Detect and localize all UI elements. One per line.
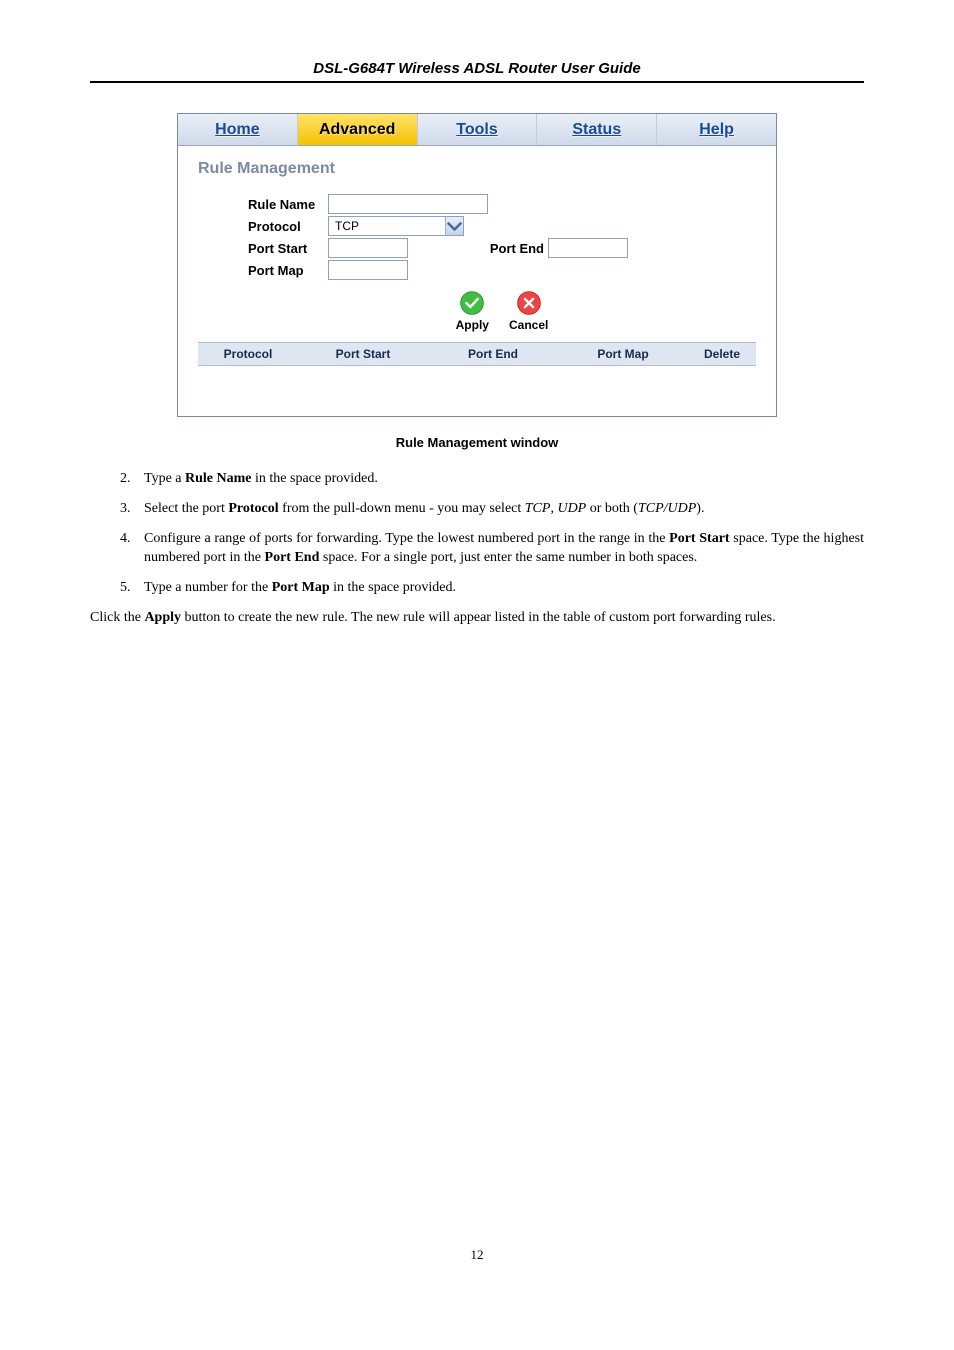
rule-form: Rule Name Protocol TCP Port Start Port E… xyxy=(198,188,756,342)
port-map-input[interactable] xyxy=(328,260,408,280)
tab-status[interactable]: Status xyxy=(537,114,657,145)
tab-advanced[interactable]: Advanced xyxy=(298,114,418,145)
cancel-button[interactable]: Cancel xyxy=(509,290,548,332)
step-4: Configure a range of ports for forwardin… xyxy=(134,530,864,566)
cancel-label: Cancel xyxy=(509,318,548,332)
instruction-list: Type a Rule Name in the space provided. … xyxy=(90,470,864,597)
section-title: Rule Management xyxy=(198,160,756,178)
port-end-label: Port End xyxy=(478,241,548,256)
page-header: DSL-G684T Wireless ADSL Router User Guid… xyxy=(90,60,864,83)
figure-caption: Rule Management window xyxy=(90,435,864,450)
rule-name-label: Rule Name xyxy=(248,197,328,212)
closing-paragraph: Click the Apply button to create the new… xyxy=(90,609,864,627)
col-port-map: Port Map xyxy=(558,343,688,365)
port-start-input[interactable] xyxy=(328,238,408,258)
router-ui-screenshot: Home Advanced Tools Status Help Rule Man… xyxy=(177,113,777,417)
port-map-label: Port Map xyxy=(248,263,328,278)
step-3: Select the port Protocol from the pull-d… xyxy=(134,500,864,518)
port-end-input[interactable] xyxy=(548,238,628,258)
port-start-label: Port Start xyxy=(248,241,328,256)
col-port-start: Port Start xyxy=(298,343,428,365)
chevron-down-icon[interactable] xyxy=(445,217,463,235)
col-delete: Delete xyxy=(688,343,756,365)
apply-button[interactable]: Apply xyxy=(456,290,489,332)
page-number: 12 xyxy=(90,1247,864,1263)
protocol-select[interactable]: TCP xyxy=(328,216,464,236)
rule-name-input[interactable] xyxy=(328,194,488,214)
close-icon xyxy=(516,290,542,316)
tab-home[interactable]: Home xyxy=(178,114,298,145)
apply-label: Apply xyxy=(456,318,489,332)
check-icon xyxy=(459,290,485,316)
step-2: Type a Rule Name in the space provided. xyxy=(134,470,864,488)
tab-bar: Home Advanced Tools Status Help xyxy=(178,114,776,146)
protocol-label: Protocol xyxy=(248,219,328,234)
tab-tools[interactable]: Tools xyxy=(418,114,538,145)
protocol-value: TCP xyxy=(329,219,365,233)
col-port-end: Port End xyxy=(428,343,558,365)
step-5: Type a number for the Port Map in the sp… xyxy=(134,579,864,597)
rules-table-header: Protocol Port Start Port End Port Map De… xyxy=(198,342,756,366)
col-protocol: Protocol xyxy=(198,343,298,365)
tab-help[interactable]: Help xyxy=(657,114,776,145)
